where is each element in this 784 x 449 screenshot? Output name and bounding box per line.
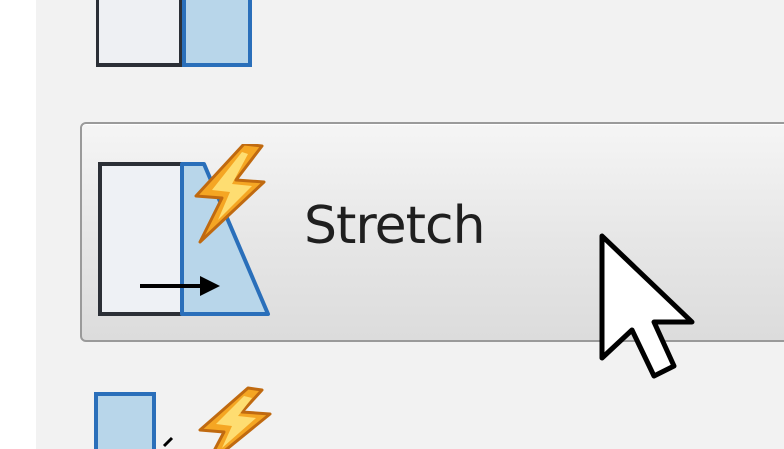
stretch-lightning-icon <box>96 142 286 328</box>
square-lightning-icon[interactable] <box>92 386 282 449</box>
screen: Stretch <box>0 0 784 449</box>
two-pane-layout-icon[interactable] <box>95 0 256 72</box>
stretch-button-label: Stretch <box>304 196 486 256</box>
arrow-cursor-icon <box>598 232 698 386</box>
